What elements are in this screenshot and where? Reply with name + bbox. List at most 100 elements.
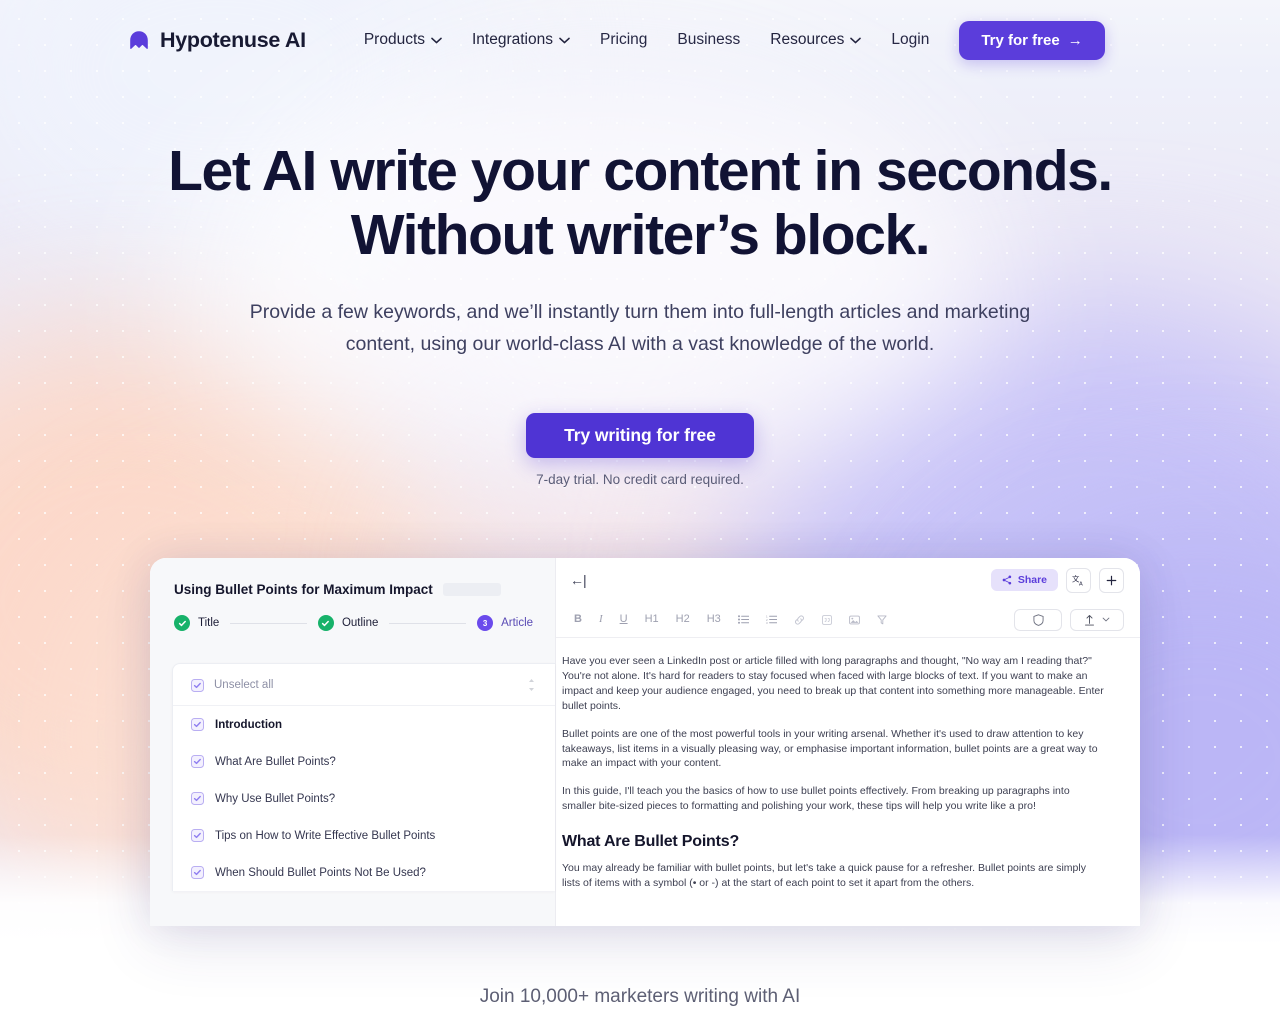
try-for-free-label: Try for free: [981, 31, 1060, 49]
numbered-list-button[interactable]: 1 2 3: [766, 615, 777, 624]
formatting-buttons: B I U H1 H2 H3 1 2 3: [574, 614, 887, 625]
bullet-list-icon: [737, 615, 749, 624]
hypotenuse-arch-logo-icon: [128, 29, 150, 51]
editor-paragraph-1: Have you ever seen a LinkedIn post or ar…: [562, 655, 1104, 712]
outline-item-label: Tips on How to Write Effective Bullet Po…: [215, 829, 436, 842]
editor-formatting-toolbar: B I U H1 H2 H3 1 2 3: [556, 602, 1140, 638]
landing-page: Hypotenuse AI Products Integrations Pric…: [0, 0, 1280, 1024]
share-button[interactable]: Share: [990, 569, 1058, 591]
heading-3-button[interactable]: H3: [707, 614, 721, 625]
subheading-line-1: Provide a few keywords, and we’ll instan…: [249, 300, 940, 323]
headline-line-2: Without writer’s block.: [350, 202, 931, 267]
outline-item-when-not-to-use[interactable]: When Should Bullet Points Not Be Used?: [173, 854, 555, 891]
document-title: Using Bullet Points for Maximum Impact: [174, 582, 433, 597]
upload-icon: [1085, 614, 1094, 625]
editor-content[interactable]: Have you ever seen a LinkedIn post or ar…: [556, 638, 1140, 891]
editor-paragraph-2: Bullet points are one of the most powerf…: [562, 727, 1098, 770]
outline-item-label: What Are Bullet Points?: [215, 755, 336, 768]
sort-icon[interactable]: [526, 678, 537, 692]
checkbox-checked-icon[interactable]: [191, 755, 204, 768]
step-outline[interactable]: Outline: [317, 615, 378, 631]
nav-item-pricing[interactable]: Pricing: [600, 31, 647, 49]
share-icon: [1002, 575, 1011, 585]
product-screenshot: Using Bullet Points for Maximum Impact T…: [150, 558, 1140, 926]
nav-item-products[interactable]: Products: [364, 31, 442, 49]
editor-section-paragraph: You may already be familiar with bullet …: [562, 862, 1086, 890]
image-icon: [848, 615, 860, 624]
step-title-check-icon: [174, 615, 190, 631]
nav-item-resources[interactable]: Resources: [770, 31, 862, 49]
step-article-label: Article: [501, 617, 534, 629]
heading-1-button[interactable]: H1: [645, 614, 659, 625]
nav-links: Products Integrations Pricing Business R…: [364, 31, 930, 49]
link-icon: [794, 614, 804, 625]
svg-text:3: 3: [766, 621, 768, 624]
outline-item-introduction[interactable]: Introduction: [173, 706, 555, 743]
outline-item-label: Why Use Bullet Points?: [215, 792, 336, 805]
editor-top-bar: ←| Share 文 A: [556, 558, 1140, 602]
share-label: Share: [1017, 574, 1047, 586]
italic-button[interactable]: I: [599, 614, 603, 625]
checkbox-checked-icon[interactable]: [191, 829, 204, 842]
clear-formatting-button[interactable]: [877, 614, 887, 625]
svg-text:A: A: [1079, 581, 1083, 586]
step-title[interactable]: Title: [174, 615, 219, 631]
publish-button[interactable]: [1070, 608, 1124, 631]
outline-item-tips-effective-bullet-points[interactable]: Tips on How to Write Effective Bullet Po…: [173, 817, 555, 854]
outline-select-all-row[interactable]: Unselect all: [173, 664, 555, 706]
nav-item-products-label: Products: [363, 31, 425, 48]
hero-section: Let AI write your content in seconds. Wi…: [0, 139, 1280, 487]
trial-disclaimer: 7-day trial. No credit card required.: [536, 472, 744, 487]
translate-button[interactable]: 文 A: [1066, 567, 1091, 593]
add-button[interactable]: [1099, 567, 1124, 593]
editor-top-actions: Share 文 A: [990, 567, 1124, 593]
top-navigation-bar: Hypotenuse AI Products Integrations Pric…: [0, 0, 1280, 80]
nav-item-pricing-label: Pricing: [600, 31, 648, 48]
link-button[interactable]: [794, 614, 805, 625]
checkbox-checked-icon[interactable]: [191, 718, 204, 731]
nav-item-business[interactable]: Business: [677, 31, 740, 49]
try-for-free-button[interactable]: Try for free →: [959, 20, 1105, 60]
editor-secondary-actions: [1014, 608, 1124, 631]
outline-item-label: Introduction: [215, 718, 283, 731]
shield-icon: [1032, 613, 1044, 626]
checkbox-checked-icon[interactable]: [191, 792, 204, 805]
bullet-list-button[interactable]: [737, 615, 749, 624]
nav-item-login[interactable]: Login: [891, 31, 929, 49]
outline-card: Unselect all Introduction What Are Bulle…: [172, 663, 555, 891]
heading-2-button[interactable]: H2: [676, 614, 690, 625]
quote-button[interactable]: [821, 614, 832, 625]
nav-item-integrations-label: Integrations: [472, 31, 553, 48]
nav-item-login-label: Login: [891, 31, 930, 48]
outline-item-what-are-bullet-points[interactable]: What Are Bullet Points?: [173, 743, 555, 780]
step-title-label: Title: [198, 617, 220, 629]
document-title-row: Using Bullet Points for Maximum Impact: [174, 582, 533, 597]
underline-button[interactable]: U: [620, 614, 628, 625]
translate-icon: 文 A: [1072, 574, 1083, 587]
nav-item-business-label: Business: [677, 31, 741, 48]
editor-paragraph-3: In this guide, I'll teach you the basics…: [562, 785, 1070, 813]
unselect-all-label: Unselect all: [214, 679, 274, 691]
hero-subheading: Provide a few keywords, and we’ll instan…: [245, 296, 1035, 360]
checkbox-checked-icon[interactable]: [191, 866, 204, 879]
bold-button[interactable]: B: [574, 614, 582, 625]
try-writing-for-free-button[interactable]: Try writing for free: [526, 413, 754, 458]
step-article[interactable]: 3 Article: [477, 615, 533, 631]
brand-name: Hypotenuse AI: [160, 27, 306, 52]
step-outline-check-icon: [317, 615, 334, 631]
brand-logo[interactable]: Hypotenuse AI: [128, 28, 306, 53]
progress-stepper: Title Outline 3 Article: [174, 615, 533, 631]
clear-formatting-icon: [877, 614, 887, 624]
page-title: Let AI write your content in seconds. Wi…: [0, 139, 1280, 268]
step-connector-2: [389, 622, 467, 624]
plagiarism-check-button[interactable]: [1014, 608, 1062, 631]
outline-item-why-use-bullet-points[interactable]: Why Use Bullet Points?: [173, 780, 555, 817]
quote-icon: [821, 614, 832, 625]
nav-item-integrations[interactable]: Integrations: [472, 31, 570, 49]
chevron-down-icon: [559, 37, 570, 43]
image-button[interactable]: [848, 615, 860, 625]
chevron-down-icon: [1102, 617, 1110, 622]
step-connector-1: [230, 622, 307, 624]
checkbox-checked-icon[interactable]: [191, 678, 204, 692]
back-arrow-icon[interactable]: ←|: [570, 572, 587, 588]
